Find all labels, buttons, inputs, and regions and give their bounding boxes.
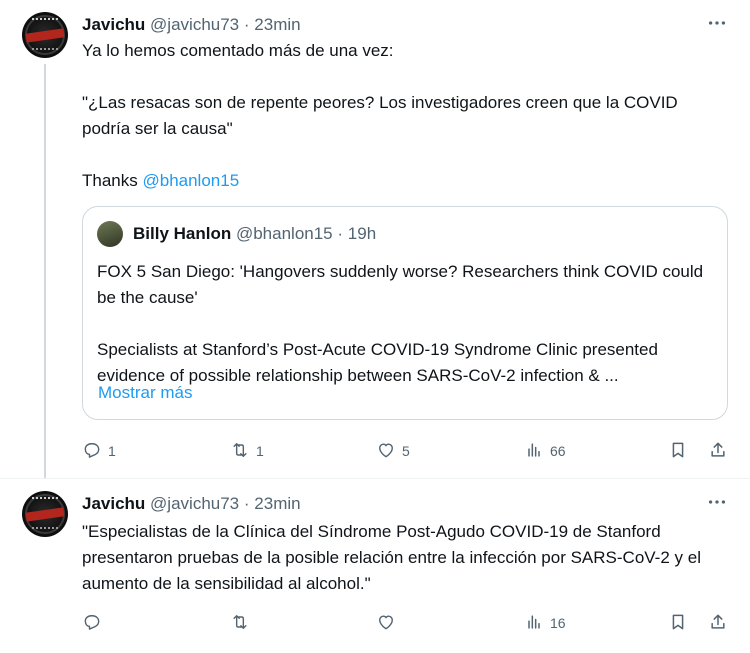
views-button[interactable]: 16 [524,611,566,635]
separator: · [243,15,250,34]
views-count: 66 [550,443,566,459]
share-button[interactable] [708,439,728,463]
separator: · [243,494,250,513]
avatar-detail [32,527,58,533]
tweet[interactable]: Javichu @javichu73 · 23min "Especialista… [0,478,750,653]
reply-button[interactable] [82,611,108,635]
action-bar: 16 [82,611,732,635]
avatar[interactable] [22,491,68,537]
share-icon [708,612,728,635]
more-dots-icon[interactable] [706,12,728,34]
heart-icon [376,440,396,463]
quoted-timestamp: 19h [347,224,377,243]
tweet-text: Ya lo hemos comentado más de una vez: "¿… [82,38,720,194]
bookmark-button[interactable] [668,439,688,463]
author-name[interactable]: Javichu [82,494,145,513]
like-button[interactable] [376,611,402,635]
reply-icon [82,440,102,463]
views-chart-icon [524,612,544,635]
thread-line [44,64,46,478]
tweet-header: Javichu @javichu73 · 23min [82,493,690,515]
like-count: 5 [402,443,410,459]
heart-icon [376,612,396,635]
quoted-text: FOX 5 San Diego: 'Hangovers suddenly wor… [97,262,704,385]
tweet-text: "Especialistas de la Clínica del Síndrom… [82,522,706,593]
retweet-icon [230,440,250,463]
author-handle[interactable]: @javichu73 [150,15,239,34]
separator: · [337,224,344,243]
retweet-button[interactable]: 1 [230,439,264,463]
bookmark-icon [668,440,688,463]
avatar-detail [32,18,58,24]
like-button[interactable]: 5 [376,439,410,463]
quoted-avatar[interactable] [97,221,123,247]
show-more-link[interactable]: Mostrar más [98,383,192,403]
tweet-header: Javichu @javichu73 · 23min [82,14,690,36]
share-icon [708,440,728,463]
timestamp[interactable]: 23min [254,15,300,34]
author-name[interactable]: Javichu [82,15,145,34]
reply-button[interactable]: 1 [82,439,116,463]
views-count: 16 [550,615,566,631]
author-handle[interactable]: @javichu73 [150,494,239,513]
retweet-icon [230,612,250,635]
avatar-detail [32,497,58,503]
avatar[interactable] [22,12,68,58]
tweet[interactable]: Javichu @javichu73 · 23min Ya lo hemos c… [0,0,750,478]
thanks-label: Thanks [82,171,143,190]
mention-link[interactable]: @bhanlon15 [142,171,239,190]
timestamp[interactable]: 23min [254,494,300,513]
quoted-tweet[interactable]: Billy Hanlon @bhanlon15 · 19h FOX 5 San … [82,206,728,420]
bookmark-button[interactable] [668,611,688,635]
views-chart-icon [524,440,544,463]
quoted-header: Billy Hanlon @bhanlon15 · 19h [133,223,376,245]
tweet-text-body: Ya lo hemos comentado más de una vez: "¿… [82,41,678,138]
views-button[interactable]: 66 [524,439,566,463]
retweet-button[interactable] [230,611,256,635]
retweet-count: 1 [256,443,264,459]
quoted-author-handle: @bhanlon15 [235,224,333,243]
action-bar: 1 1 5 66 [82,439,732,463]
reply-icon [82,612,102,635]
more-dots-icon[interactable] [706,491,728,513]
avatar-detail [32,48,58,54]
quoted-author-name: Billy Hanlon [133,224,232,243]
reply-count: 1 [108,443,116,459]
bookmark-icon [668,612,688,635]
share-button[interactable] [708,611,728,635]
